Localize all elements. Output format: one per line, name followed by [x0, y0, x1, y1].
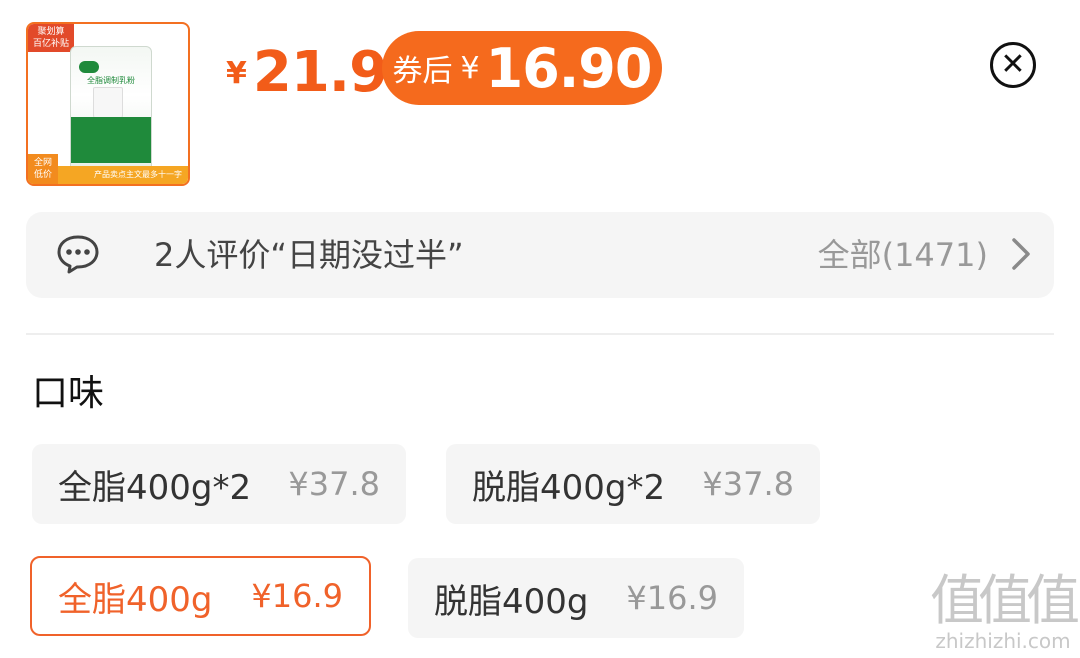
coupon-label: 券后 [392, 54, 453, 89]
milk-glass-icon [93, 87, 123, 121]
price-value: 21.9 [252, 40, 388, 105]
thumb-bottom-tag: 全网 低价 [28, 154, 58, 184]
flavor-section-title: 口味 [32, 373, 105, 414]
thumb-top-tag: 聚划算 百亿补贴 [28, 24, 74, 52]
option-chip-skim-2pack[interactable]: 脱脂400g*2 ¥37.8 [446, 444, 820, 524]
watermark-domain: zhizhizhi.com [935, 629, 1071, 653]
review-highlight-text: 2人评价“日期没过半” [154, 236, 464, 274]
option-name: 全脂400g [58, 579, 213, 620]
option-chip-skim-single[interactable]: 脱脂400g ¥16.9 [408, 558, 744, 638]
original-price: ¥21.9 [226, 40, 388, 105]
close-circle-icon: ✕ [1000, 47, 1026, 82]
chevron-right-icon [1012, 238, 1030, 270]
option-price: ¥37.8 [288, 465, 380, 503]
chat-bubble-icon [57, 235, 99, 274]
coupon-value: 16.90 [485, 36, 653, 100]
coupon-price-badge: 券后 ¥ 16.90 [382, 31, 662, 105]
price-currency: ¥ [226, 56, 247, 91]
option-name: 全脂400g*2 [58, 467, 252, 508]
package-band [71, 117, 151, 163]
option-chip-full-fat-2pack[interactable]: 全脂400g*2 ¥37.8 [32, 444, 406, 524]
watermark-logo: 值值值 [930, 569, 1080, 632]
close-button[interactable]: ✕ [990, 42, 1036, 88]
option-name: 脱脂400g [434, 581, 589, 622]
thumb-cn-text: 全脂调制乳粉 [87, 76, 135, 85]
review-count-link[interactable]: 全部(1471) [818, 232, 988, 278]
option-name: 脱脂400g*2 [472, 467, 666, 508]
option-price: ¥37.8 [702, 465, 794, 503]
option-chip-full-fat-single[interactable]: 全脂400g ¥16.9 [30, 556, 371, 636]
product-thumbnail[interactable]: 聚划算 百亿补贴 全脂调制乳粉 产品卖点主文最多十一字 全网 低价 [26, 22, 190, 186]
option-price: ¥16.9 [251, 577, 343, 615]
review-summary-row[interactable]: 2人评价“日期没过半” 全部(1471) [26, 212, 1054, 298]
coupon-currency: ¥ [460, 50, 480, 86]
divider [26, 333, 1054, 335]
option-price: ¥16.9 [626, 579, 718, 617]
milk-powder-package-image: 全脂调制乳粉 [70, 46, 152, 168]
watermark: 值值值 zhizhizhi.com [930, 569, 1080, 658]
brand-logo-icon [79, 61, 99, 73]
